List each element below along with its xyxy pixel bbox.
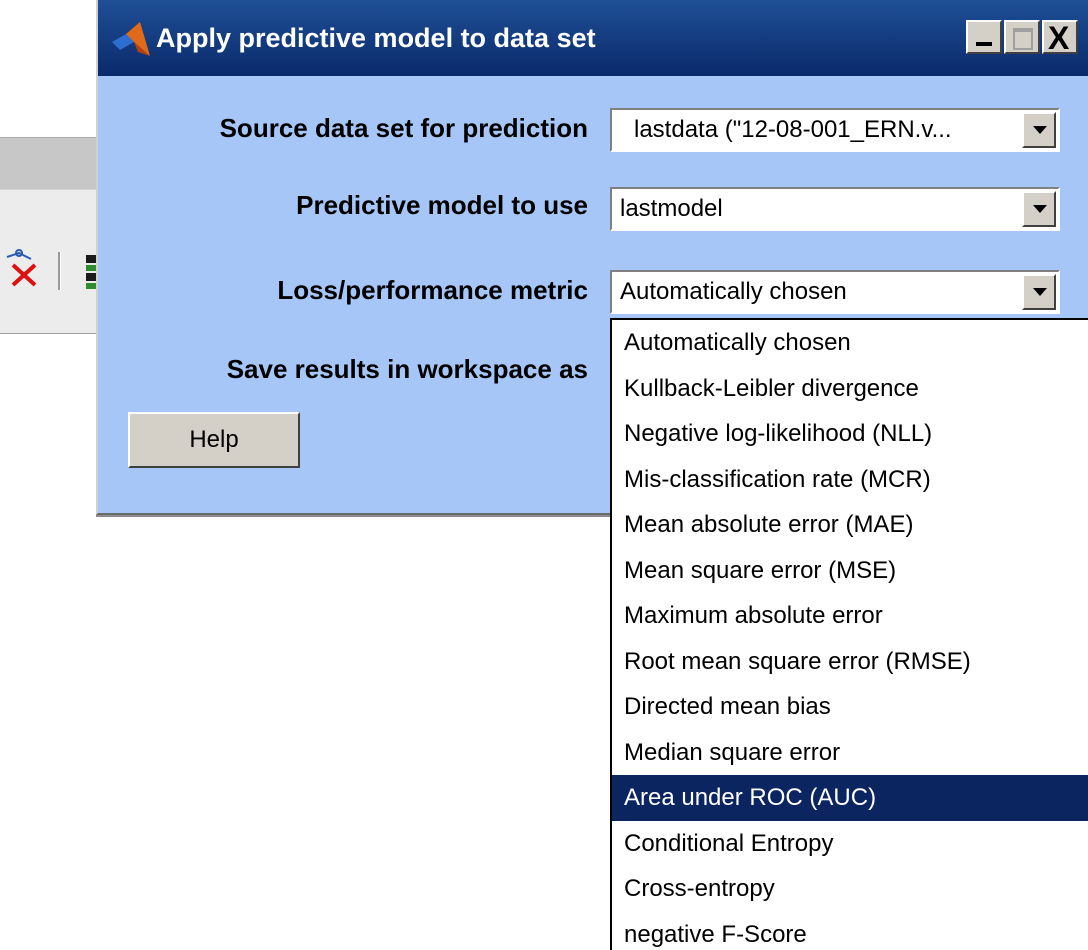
background-window-titlebar bbox=[0, 137, 110, 190]
metric-option[interactable]: Automatically chosen bbox=[612, 320, 1088, 366]
metric-option[interactable]: Area under ROC (AUC) bbox=[612, 775, 1088, 821]
metric-option[interactable]: Mean square error (MSE) bbox=[612, 548, 1088, 594]
model-dropdown-button[interactable] bbox=[1022, 191, 1056, 227]
metric-dropdown-list[interactable]: Automatically chosen Kullback-Leibler div… bbox=[610, 318, 1088, 950]
matlab-logo-icon bbox=[112, 22, 150, 56]
close-button[interactable]: X bbox=[1042, 20, 1078, 56]
source-label: Source data set for prediction bbox=[219, 113, 588, 143]
background-window bbox=[0, 137, 110, 334]
metric-option[interactable]: Mis-classification rate (MCR) bbox=[612, 457, 1088, 503]
metric-option[interactable]: negative F-Score bbox=[612, 912, 1088, 950]
metric-option[interactable]: Median square error bbox=[612, 730, 1088, 776]
help-button[interactable]: Help bbox=[128, 412, 300, 468]
metric-select-value: Automatically chosen bbox=[620, 278, 847, 305]
model-label: Predictive model to use bbox=[296, 190, 588, 220]
metric-option[interactable]: Directed mean bias bbox=[612, 684, 1088, 730]
model-select-value: lastmodel bbox=[620, 195, 723, 222]
metric-option[interactable]: Mean absolute error (MAE) bbox=[612, 502, 1088, 548]
metric-select[interactable]: Automatically chosen bbox=[610, 270, 1060, 314]
model-select[interactable]: lastmodel bbox=[610, 187, 1060, 231]
metric-option[interactable]: Kullback-Leibler divergence bbox=[612, 366, 1088, 412]
metric-option[interactable]: Negative log-likelihood (NLL) bbox=[612, 411, 1088, 457]
metric-option[interactable]: Conditional Entropy bbox=[612, 821, 1088, 867]
dropdown-arrow-icon bbox=[1033, 126, 1047, 134]
plot-delete-icon[interactable] bbox=[5, 249, 41, 289]
metric-dropdown-button[interactable] bbox=[1022, 274, 1056, 310]
metric-option[interactable]: Cross-entropy bbox=[612, 866, 1088, 912]
dialog-title: Apply predictive model to data set bbox=[156, 23, 596, 53]
dropdown-arrow-icon bbox=[1033, 205, 1047, 213]
maximize-button[interactable] bbox=[1004, 20, 1040, 54]
minimize-button[interactable] bbox=[966, 20, 1002, 54]
maximize-icon bbox=[1013, 28, 1033, 50]
source-select[interactable]: lastdata ("12-08-001_ERN.v... bbox=[610, 108, 1060, 152]
dialog-titlebar[interactable]: Apply predictive model to data set X bbox=[98, 0, 1088, 76]
save-label: Save results in workspace as bbox=[226, 354, 588, 384]
metric-option[interactable]: Maximum absolute error bbox=[612, 593, 1088, 639]
close-icon: X bbox=[1048, 20, 1070, 56]
metric-label: Loss/performance metric bbox=[277, 275, 588, 305]
minimize-icon bbox=[976, 42, 992, 46]
toolbar-separator bbox=[58, 252, 61, 290]
source-dropdown-button[interactable] bbox=[1022, 112, 1056, 148]
source-select-value: lastdata ("12-08-001_ERN.v... bbox=[634, 116, 952, 143]
dropdown-arrow-icon bbox=[1033, 288, 1047, 296]
metric-option[interactable]: Root mean square error (RMSE) bbox=[612, 639, 1088, 685]
